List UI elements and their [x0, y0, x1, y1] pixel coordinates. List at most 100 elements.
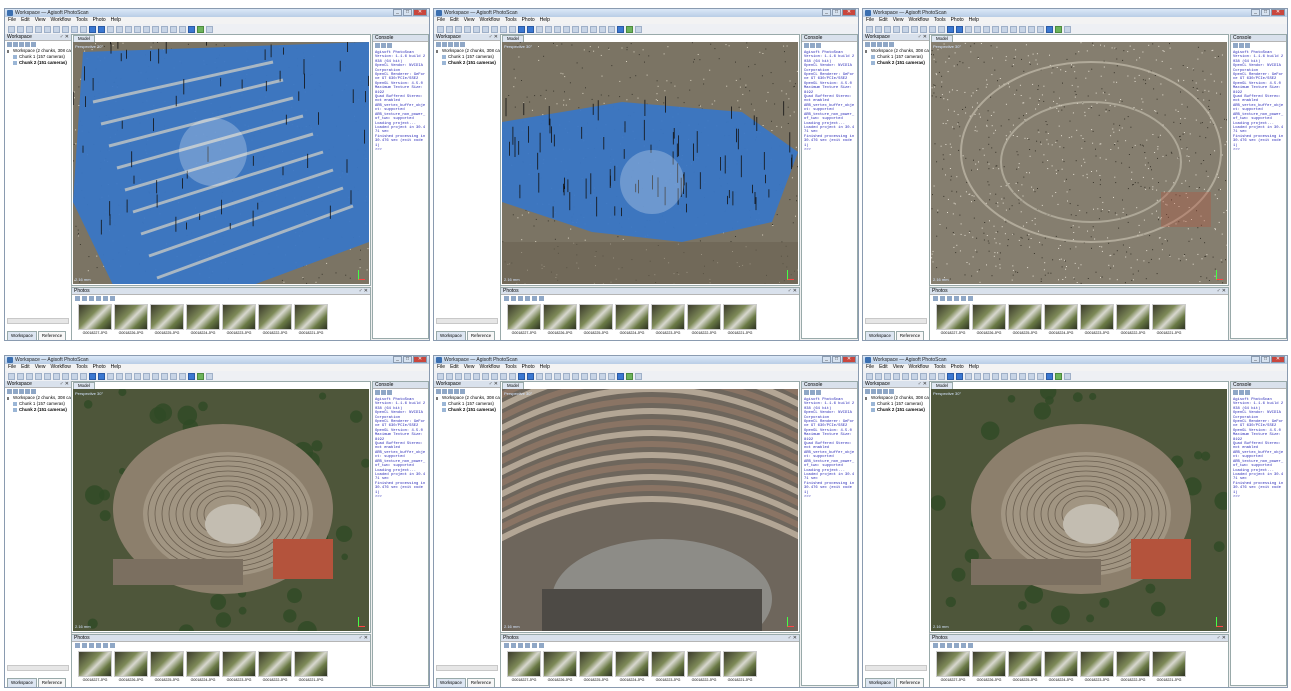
- menu-help[interactable]: Help: [540, 364, 550, 371]
- shaded-icon[interactable]: [152, 372, 159, 380]
- move-region-icon[interactable]: [947, 25, 954, 33]
- thumbnail[interactable]: G0018225.JPG: [579, 304, 613, 335]
- menu-tools[interactable]: Tools: [76, 17, 88, 24]
- maximize-button[interactable]: □: [403, 9, 412, 16]
- menu-tools[interactable]: Tools: [505, 364, 517, 371]
- thumbnail[interactable]: G0018227.JPG: [936, 304, 970, 335]
- tab-workspace[interactable]: Workspace: [865, 678, 895, 687]
- thumbnail[interactable]: G0018224.JPG: [186, 651, 220, 682]
- add-folder-icon[interactable]: [448, 389, 453, 394]
- tree-chunk-2[interactable]: Chunk 2 (151 cameras): [5, 407, 71, 413]
- rect-select-icon[interactable]: [920, 372, 927, 380]
- view-mode-icon[interactable]: [539, 643, 544, 648]
- point-cloud-icon[interactable]: [134, 372, 141, 380]
- save-icon[interactable]: [455, 372, 462, 380]
- delete-selection-icon[interactable]: [545, 25, 552, 33]
- redo-icon[interactable]: [473, 25, 480, 33]
- horizontal-scrollbar[interactable]: [865, 318, 927, 324]
- view-mode-icon[interactable]: [110, 296, 115, 301]
- minimize-button[interactable]: _: [822, 9, 831, 16]
- menu-workflow[interactable]: Workflow: [908, 364, 928, 371]
- collapse-icon[interactable]: [436, 49, 438, 53]
- panel-controls[interactable]: ♂ ✕: [359, 288, 368, 294]
- textured-icon[interactable]: [179, 372, 186, 380]
- tab-reference[interactable]: Reference: [895, 331, 925, 340]
- circle-select-icon[interactable]: [71, 372, 78, 380]
- view-mode-icon[interactable]: [110, 643, 115, 648]
- wireframe-icon[interactable]: [599, 25, 606, 33]
- save-log-icon[interactable]: [1233, 390, 1238, 395]
- thumbnail[interactable]: G0018221.JPG: [1152, 651, 1186, 682]
- thumbnail[interactable]: G0018223.JPG: [222, 304, 256, 335]
- menu-photo[interactable]: Photo: [522, 17, 535, 24]
- navigation-icon[interactable]: [53, 372, 60, 380]
- move-region-icon[interactable]: [518, 25, 525, 33]
- maximize-button[interactable]: □: [832, 9, 841, 16]
- rotate-right-icon[interactable]: [96, 643, 101, 648]
- dense-cloud-icon[interactable]: [572, 372, 579, 380]
- model-viewport[interactable]: Perspective 30° 2.16 mm: [73, 389, 369, 631]
- rotate-left-icon[interactable]: [518, 296, 523, 301]
- thumbnail[interactable]: G0018225.JPG: [579, 651, 613, 682]
- undo-icon[interactable]: [893, 372, 900, 380]
- save-log-icon[interactable]: [375, 43, 380, 48]
- remove-item-icon[interactable]: [883, 42, 888, 47]
- save-log-icon[interactable]: [804, 390, 809, 395]
- tree-chunk-2[interactable]: Chunk 2 (151 cameras): [434, 60, 500, 66]
- textured-icon[interactable]: [608, 372, 615, 380]
- thumbnail[interactable]: G0018222.JPG: [687, 651, 721, 682]
- point-cloud-icon[interactable]: [563, 25, 570, 33]
- view-mode-icon[interactable]: [968, 643, 973, 648]
- delete-selection-icon[interactable]: [974, 372, 981, 380]
- move-region-icon[interactable]: [89, 25, 96, 33]
- circle-select-icon[interactable]: [500, 372, 507, 380]
- solid-icon[interactable]: [1019, 25, 1026, 33]
- reset-view-icon[interactable]: [1064, 372, 1071, 380]
- tree-chunk-2[interactable]: Chunk 2 (151 cameras): [863, 407, 929, 413]
- panel-controls[interactable]: ♂ ✕: [359, 635, 368, 641]
- add-photos-icon[interactable]: [871, 389, 876, 394]
- tab-reference[interactable]: Reference: [37, 678, 67, 687]
- add-photo-icon[interactable]: [933, 643, 938, 648]
- rect-select-icon[interactable]: [62, 372, 69, 380]
- rect-select-icon[interactable]: [491, 25, 498, 33]
- rotate-region-icon[interactable]: [536, 25, 543, 33]
- point-cloud-icon[interactable]: [992, 25, 999, 33]
- panel-controls[interactable]: ♂ ✕: [489, 34, 498, 40]
- menu-help[interactable]: Help: [540, 17, 550, 24]
- menu-photo[interactable]: Photo: [951, 364, 964, 371]
- mask-icon[interactable]: [961, 643, 966, 648]
- thumbnail[interactable]: G0018222.JPG: [1116, 651, 1150, 682]
- thumbnail[interactable]: G0018223.JPG: [1080, 304, 1114, 335]
- menu-edit[interactable]: Edit: [450, 17, 459, 24]
- menu-photo[interactable]: Photo: [93, 364, 106, 371]
- view-mode-icon[interactable]: [539, 296, 544, 301]
- show-markers-icon[interactable]: [197, 25, 204, 33]
- menu-tools[interactable]: Tools: [934, 17, 946, 24]
- undo-icon[interactable]: [893, 25, 900, 33]
- open-icon[interactable]: [446, 25, 453, 33]
- free-select-icon[interactable]: [938, 25, 945, 33]
- tree-chunk-2[interactable]: Chunk 2 (151 cameras): [434, 407, 500, 413]
- panel-controls[interactable]: ♂ ✕: [788, 288, 797, 294]
- show-cameras-icon[interactable]: [188, 25, 195, 33]
- new-icon[interactable]: [866, 372, 873, 380]
- crop-selection-icon[interactable]: [983, 25, 990, 33]
- collapse-icon[interactable]: [865, 396, 867, 400]
- menu-workflow[interactable]: Workflow: [479, 364, 499, 371]
- undo-icon[interactable]: [464, 372, 471, 380]
- save-icon[interactable]: [884, 372, 891, 380]
- mask-icon[interactable]: [103, 296, 108, 301]
- shaded-icon[interactable]: [581, 25, 588, 33]
- panel-controls[interactable]: ♂ ✕: [788, 635, 797, 641]
- shaded-icon[interactable]: [581, 372, 588, 380]
- rect-select-icon[interactable]: [920, 25, 927, 33]
- thumbnail[interactable]: G0018227.JPG: [78, 651, 112, 682]
- navigation-icon[interactable]: [482, 25, 489, 33]
- remove-photo-icon[interactable]: [511, 643, 516, 648]
- wireframe-icon[interactable]: [170, 372, 177, 380]
- rotate-region-icon[interactable]: [536, 372, 543, 380]
- thumbnail[interactable]: G0018225.JPG: [150, 651, 184, 682]
- tab-workspace[interactable]: Workspace: [436, 331, 466, 340]
- properties-icon[interactable]: [460, 42, 465, 47]
